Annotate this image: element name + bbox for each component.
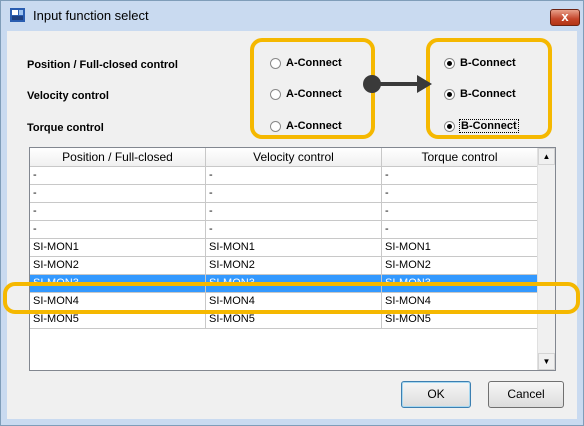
table-cell[interactable]: - <box>382 185 538 203</box>
a-connect-highlight <box>250 38 375 139</box>
table-cell[interactable]: SI-MON1 <box>382 239 538 257</box>
close-icon: x <box>561 9 569 24</box>
table-cell[interactable]: - <box>30 167 206 185</box>
table-cell[interactable]: - <box>382 167 538 185</box>
torque-control-label: Torque control <box>27 122 104 134</box>
vertical-scrollbar[interactable]: ▲ ▼ <box>537 148 555 370</box>
window-title: Input function select <box>33 8 149 23</box>
table-header: Position / Full-closed Velocity control … <box>30 148 538 167</box>
column-header-torque[interactable]: Torque control <box>382 148 538 167</box>
table-row[interactable]: - - - <box>30 221 538 239</box>
table-cell[interactable]: - <box>30 221 206 239</box>
cancel-button[interactable]: Cancel <box>488 381 564 408</box>
table-cell[interactable]: - <box>30 185 206 203</box>
arrow-down-icon[interactable]: ▼ <box>538 353 555 370</box>
position-control-label: Position / Full-closed control <box>27 59 178 71</box>
arrow-up-icon[interactable]: ▲ <box>538 148 555 165</box>
signal-table[interactable]: Position / Full-closed Velocity control … <box>29 147 556 371</box>
table-cell[interactable]: - <box>382 221 538 239</box>
table-cell[interactable]: SI-MON2 <box>382 257 538 275</box>
title-bar[interactable]: Input function select x <box>1 1 583 30</box>
table-row[interactable]: SI-MON2 SI-MON2 SI-MON2 <box>30 257 538 275</box>
table-cell[interactable]: - <box>382 203 538 221</box>
table-row[interactable]: - - - <box>30 167 538 185</box>
ok-button[interactable]: OK <box>401 381 471 408</box>
table-row[interactable]: - - - <box>30 203 538 221</box>
table-cell[interactable]: - <box>206 203 382 221</box>
table-cell[interactable]: - <box>30 203 206 221</box>
table-row[interactable]: - - - <box>30 185 538 203</box>
table-cell[interactable]: SI-MON1 <box>206 239 382 257</box>
arrow-shaft <box>376 82 420 86</box>
close-button[interactable]: x <box>550 9 580 26</box>
app-icon <box>10 8 25 22</box>
table-cell[interactable]: SI-MON2 <box>206 257 382 275</box>
table-cell[interactable]: - <box>206 167 382 185</box>
table-cell[interactable]: - <box>206 185 382 203</box>
b-connect-highlight <box>426 38 552 139</box>
velocity-control-label: Velocity control <box>27 90 109 102</box>
column-header-velocity[interactable]: Velocity control <box>206 148 382 167</box>
column-header-position[interactable]: Position / Full-closed <box>30 148 206 167</box>
arrow-right-icon <box>417 75 432 93</box>
selected-row-highlight <box>3 282 580 314</box>
table-cell[interactable]: SI-MON2 <box>30 257 206 275</box>
table-cell[interactable]: SI-MON1 <box>30 239 206 257</box>
table-row[interactable]: SI-MON1 SI-MON1 SI-MON1 <box>30 239 538 257</box>
table-cell[interactable]: - <box>206 221 382 239</box>
dialog-window: Input function select x Position / Full-… <box>0 0 584 426</box>
